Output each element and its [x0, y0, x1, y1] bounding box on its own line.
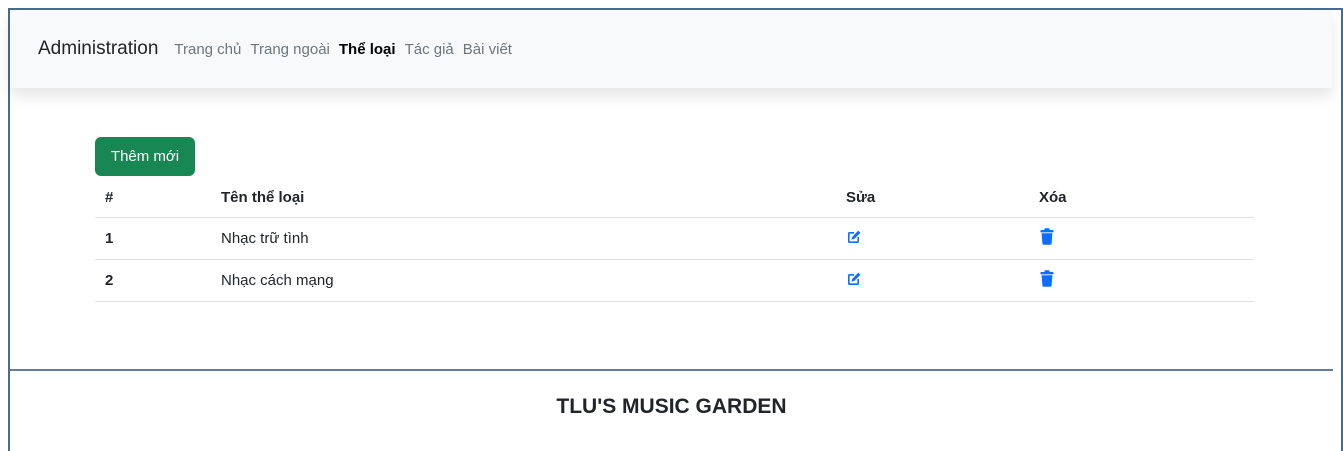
nav-link-authors[interactable]: Tác giả	[405, 41, 454, 58]
delete-cell	[1039, 270, 1254, 292]
row-index: 2	[105, 272, 114, 289]
category-name: Nhạc trữ tình	[221, 230, 309, 247]
footer-divider	[10, 369, 1333, 371]
nav-link-outside[interactable]: Trang ngoài	[250, 41, 330, 58]
column-header-name: Tên thể loại	[221, 189, 305, 206]
edit-cell	[846, 270, 1039, 291]
column-header-index: #	[105, 189, 114, 206]
trash-icon[interactable]	[1039, 270, 1055, 288]
column-header-edit: Sửa	[846, 189, 876, 206]
categories-table: # Tên thể loại Sửa Xóa 1 Nhạc trữ tình 2…	[95, 178, 1254, 302]
nav-link-articles[interactable]: Bài viết	[463, 41, 512, 58]
add-new-button[interactable]: Thêm mới	[95, 137, 195, 176]
nav-link-categories[interactable]: Thể loại	[339, 41, 396, 58]
category-name: Nhạc cách mạng	[221, 272, 334, 289]
top-navbar: Administration Trang chủ Trang ngoài Thể…	[10, 10, 1332, 88]
footer-title: TLU'S MUSIC GARDEN	[556, 395, 787, 418]
row-index: 1	[105, 230, 114, 247]
edit-icon[interactable]	[846, 228, 862, 246]
table-header-row: # Tên thể loại Sửa Xóa	[95, 178, 1254, 218]
table-row: 1 Nhạc trữ tình	[95, 218, 1254, 260]
trash-icon[interactable]	[1039, 228, 1055, 246]
delete-cell	[1039, 228, 1254, 250]
nav-link-home[interactable]: Trang chủ	[174, 41, 241, 58]
edit-cell	[846, 228, 1039, 249]
navbar-brand[interactable]: Administration	[38, 38, 158, 60]
table-row: 2 Nhạc cách mạng	[95, 260, 1254, 302]
edit-icon[interactable]	[846, 270, 862, 288]
column-header-delete: Xóa	[1039, 189, 1067, 206]
